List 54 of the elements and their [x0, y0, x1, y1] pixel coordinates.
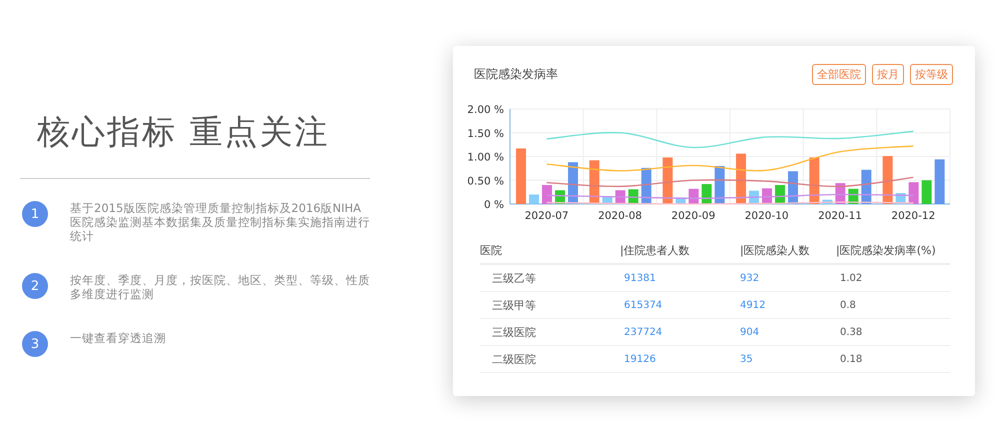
- y-tick-label: 0.50 %: [467, 175, 504, 188]
- bar: [922, 180, 932, 204]
- filter-button[interactable]: 按等级: [910, 64, 953, 85]
- table-cell: 35: [740, 346, 836, 372]
- feature-text: 基于2015版医院感染管理质量控制指标及2016版NIHA医院感染监测基本数据集及质量控制指标集实施指南进行统计: [70, 201, 370, 243]
- step-number: 3: [22, 331, 48, 357]
- bar: [542, 185, 552, 204]
- x-tick-label: 2020-10: [744, 210, 789, 222]
- y-tick-label: 2.00 %: [467, 104, 504, 116]
- bar: [529, 194, 539, 204]
- table-cell: 二级医院: [480, 346, 620, 372]
- table-cell: 4912: [740, 292, 836, 318]
- headline: 核心指标 重点关注: [36, 111, 330, 153]
- filter-button[interactable]: 按月: [872, 64, 904, 85]
- step-number: 2: [22, 273, 48, 299]
- table-cell: 三级甲等: [480, 292, 620, 318]
- x-tick-label: 2020-11: [818, 210, 862, 222]
- table-cell: 932: [740, 264, 836, 292]
- table-cell: 0.8: [836, 292, 950, 318]
- bar: [662, 157, 673, 204]
- column-header: |医院感染发病率(%): [836, 237, 950, 264]
- feature-text: 按年度、季度、月度，按医院、地区、类型、等级、性质多维度进行监测: [70, 273, 370, 301]
- bar: [809, 157, 820, 204]
- card-title: 医院感染发病率: [474, 66, 558, 83]
- y-tick-label: 1.50 %: [467, 128, 504, 140]
- bar: [908, 182, 919, 204]
- bar: [736, 154, 746, 204]
- column-header: |医院感染人数: [740, 237, 836, 264]
- filter-button[interactable]: 全部医院: [812, 64, 866, 85]
- table-cell: 0.38: [836, 318, 950, 346]
- table-cell: 615374: [620, 292, 740, 318]
- x-tick-label: 2020-09: [671, 210, 716, 222]
- table-cell: 91381: [620, 264, 740, 292]
- x-tick-label: 2020-07: [524, 210, 569, 222]
- table-cell: 19126: [620, 346, 740, 372]
- table-cell: 0.18: [836, 346, 950, 372]
- table-cell: 三级医院: [480, 318, 620, 346]
- table-cell: 237724: [620, 318, 740, 346]
- bar: [882, 156, 893, 204]
- column-header: 医院: [480, 237, 620, 264]
- step-number: 1: [22, 201, 48, 227]
- bar: [822, 200, 832, 204]
- table-cell: 1.02: [836, 264, 950, 292]
- feature-text: 一键查看穿透追溯: [70, 331, 167, 345]
- table-cell: 三级乙等: [480, 264, 620, 292]
- bar: [934, 159, 945, 204]
- bar: [516, 148, 526, 204]
- x-tick-label: 2020-12: [891, 210, 936, 222]
- y-tick-label: 0 %: [484, 199, 504, 211]
- y-tick-label: 1.00 %: [467, 152, 504, 164]
- table-cell: 904: [740, 318, 836, 346]
- bar: [702, 184, 712, 204]
- column-header: |住院患者人数: [620, 237, 740, 264]
- x-tick-label: 2020-08: [598, 210, 642, 222]
